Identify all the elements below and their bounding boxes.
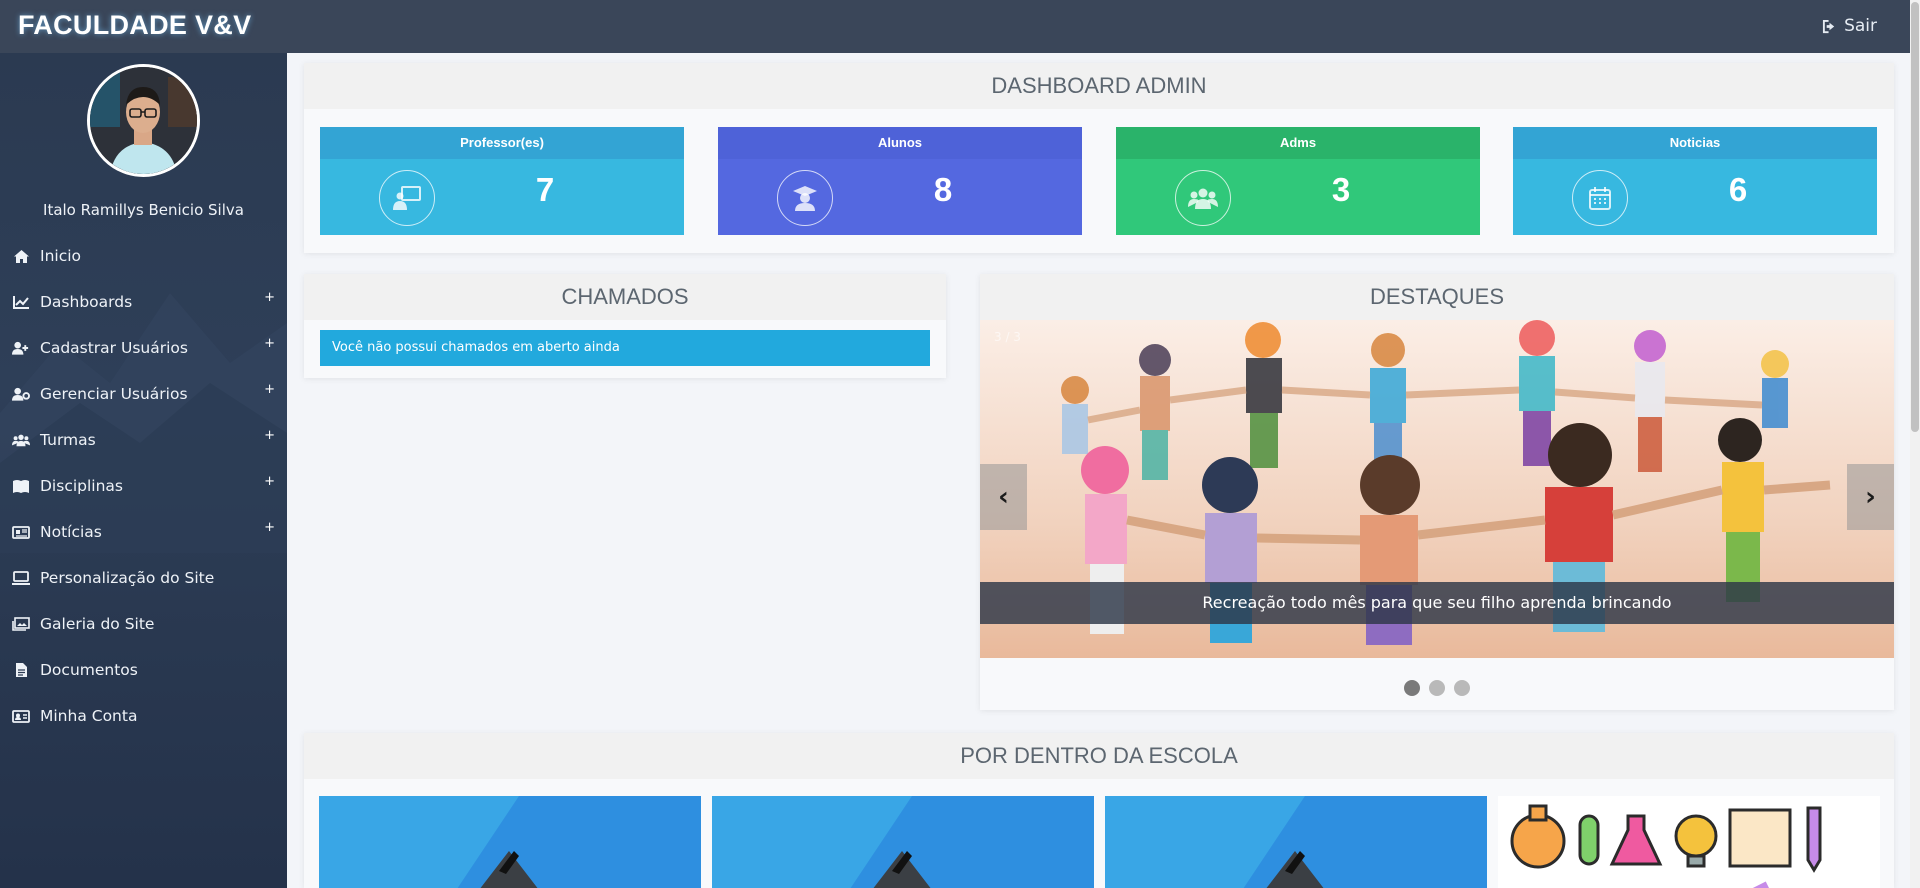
sign-out-icon: [1823, 19, 1835, 33]
sidebar-item-label: Notícias: [40, 523, 102, 541]
escola-gallery: [319, 796, 1880, 888]
brand-title[interactable]: FACULDADE V&V: [18, 10, 251, 41]
sidebar-item-disciplinas[interactable]: Disciplinas +: [0, 463, 287, 509]
sidebar-item-label: Disciplinas: [40, 477, 123, 495]
user-gear-icon: [12, 386, 30, 402]
sidebar-item-documentos[interactable]: Documentos: [0, 647, 287, 693]
user-name: Italo Ramillys Benicio Silva: [43, 201, 244, 219]
scrollbar-thumb[interactable]: [1911, 2, 1919, 432]
top-bar: FACULDADE V&V Sair: [0, 0, 1920, 53]
page-scrollbar[interactable]: [1910, 0, 1920, 888]
gallery-image-1[interactable]: [319, 796, 701, 888]
card-value: 3: [1331, 171, 1351, 208]
sidebar-item-label: Documentos: [40, 661, 138, 679]
expand-plus-icon[interactable]: +: [264, 290, 275, 305]
newspaper-icon: [12, 524, 30, 540]
logout-label: Sair: [1844, 16, 1877, 36]
card-label: Adms: [1116, 127, 1480, 159]
chamados-panel: CHAMADOS Você não possui chamados em abe…: [304, 274, 946, 378]
highlight-carousel[interactable]: 3 / 3 ‹ › Recreação todo mês para que se…: [980, 320, 1894, 658]
card-label: Alunos: [718, 127, 1082, 159]
sidebar-item-noticias[interactable]: Notícias +: [0, 509, 287, 555]
user-photo: [90, 67, 197, 174]
escola-panel: POR DENTRO DA ESCOLA: [304, 733, 1894, 888]
expand-plus-icon[interactable]: +: [264, 520, 275, 535]
stat-card-adms[interactable]: Adms 3: [1116, 127, 1480, 235]
calendar-icon: [1572, 170, 1628, 226]
sidebar-item-label: Minha Conta: [40, 707, 138, 725]
sidebar-item-inicio[interactable]: Inicio: [0, 233, 287, 279]
sidebar-item-cadastrar-usuarios[interactable]: Cadastrar Usuários +: [0, 325, 287, 371]
carousel-indicators: [980, 680, 1894, 696]
sidebar-item-minha-conta[interactable]: Minha Conta: [0, 693, 287, 739]
sidebar-item-label: Galeria do Site: [40, 615, 155, 633]
expand-plus-icon[interactable]: +: [264, 336, 275, 351]
sidebar-item-label: Inicio: [40, 247, 82, 265]
users-icon: [12, 432, 30, 448]
sidebar-item-galeria[interactable]: Galeria do Site: [0, 601, 287, 647]
document-icon: [12, 662, 30, 678]
chamados-alert: Você não possui chamados em aberto ainda: [320, 330, 930, 366]
sidebar-item-label: Turmas: [40, 431, 96, 449]
destaques-title: DESTAQUES: [980, 274, 1894, 320]
avatar[interactable]: [87, 64, 200, 177]
destaques-panel: DESTAQUES 3 / 3 ‹ › Recreação todo mês p…: [980, 274, 1894, 710]
card-value: 7: [535, 171, 555, 208]
sidebar-item-label: Dashboards: [40, 293, 133, 311]
sidebar-menu: Inicio Dashboards + Cadastrar Usuários +…: [0, 233, 287, 739]
gallery-image-2[interactable]: [712, 796, 1094, 888]
expand-plus-icon[interactable]: +: [264, 474, 275, 489]
user-plus-icon: [12, 340, 30, 356]
id-card-icon: [12, 708, 30, 724]
book-icon: [12, 478, 30, 494]
escola-title: POR DENTRO DA ESCOLA: [304, 733, 1894, 779]
sidebar-item-label: Cadastrar Usuários: [40, 339, 188, 357]
card-value: 6: [1728, 171, 1748, 208]
home-icon: [12, 248, 30, 264]
teacher-icon: [379, 170, 435, 226]
chamados-title: CHAMADOS: [304, 274, 946, 320]
sidebar-item-gerenciar-usuarios[interactable]: Gerenciar Usuários +: [0, 371, 287, 417]
stat-card-alunos[interactable]: Alunos 8: [718, 127, 1082, 235]
users-icon: [1175, 170, 1231, 226]
stat-card-professores[interactable]: Professor(es) 7: [320, 127, 684, 235]
gallery-image-4[interactable]: [1498, 796, 1880, 888]
logout-button[interactable]: Sair: [1821, 16, 1877, 36]
carousel-dot-2[interactable]: [1429, 680, 1445, 696]
card-value: 8: [933, 171, 953, 208]
carousel-dot-1[interactable]: [1404, 680, 1420, 696]
sidebar-item-personalizacao[interactable]: Personalização do Site: [0, 555, 287, 601]
carousel-caption: Recreação todo mês para que seu filho ap…: [980, 582, 1894, 624]
sidebar: Italo Ramillys Benicio Silva Inicio Dash…: [0, 53, 287, 888]
sidebar-item-label: Gerenciar Usuários: [40, 385, 188, 403]
sidebar-item-label: Personalização do Site: [40, 569, 215, 587]
sidebar-item-dashboards[interactable]: Dashboards +: [0, 279, 287, 325]
sidebar-item-turmas[interactable]: Turmas +: [0, 417, 287, 463]
laptop-icon: [12, 570, 30, 586]
carousel-dot-3[interactable]: [1454, 680, 1470, 696]
slide-counter: 3 / 3: [994, 330, 1021, 344]
gallery-image-3[interactable]: [1105, 796, 1487, 888]
gallery-icon: [12, 616, 30, 632]
dashboard-title: DASHBOARD ADMIN: [304, 63, 1894, 109]
card-label: Noticias: [1513, 127, 1877, 159]
expand-plus-icon[interactable]: +: [264, 428, 275, 443]
carousel-next-button[interactable]: ›: [1847, 464, 1894, 530]
graduate-icon: [777, 170, 833, 226]
chart-line-icon: [12, 294, 30, 310]
carousel-prev-button[interactable]: ‹: [980, 464, 1027, 530]
expand-plus-icon[interactable]: +: [264, 382, 275, 397]
stat-card-noticias[interactable]: Noticias 6: [1513, 127, 1877, 235]
card-label: Professor(es): [320, 127, 684, 159]
